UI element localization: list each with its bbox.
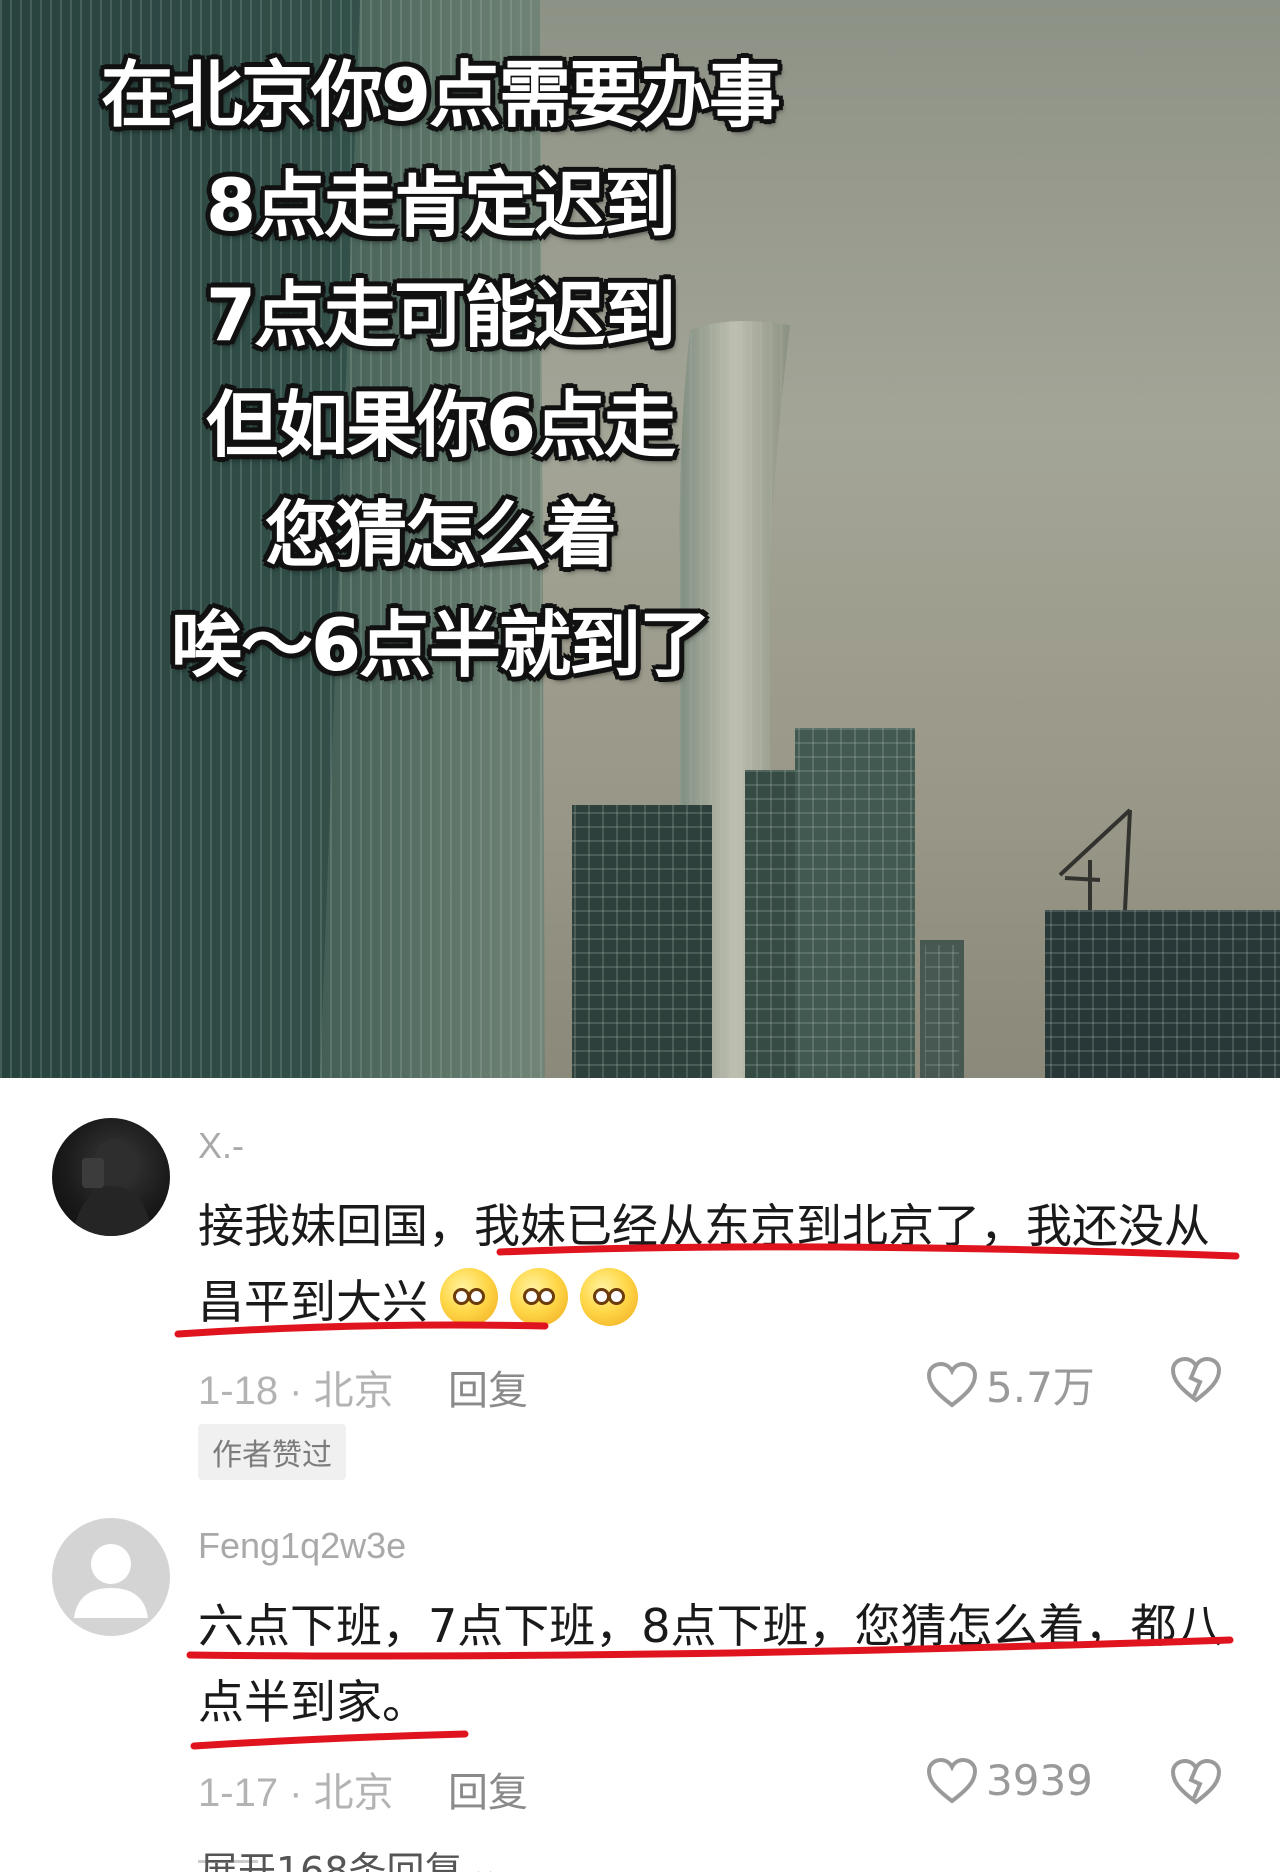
smile-emoji-icon (580, 1268, 638, 1326)
avatar[interactable] (52, 1118, 170, 1236)
meme-caption: 在北京你9点需要办事 8点走肯定迟到 7点走可能迟到 但如果你6点走 您猜怎么着… (0, 40, 880, 700)
comment-text-part: 接我妹回国， (198, 1199, 474, 1253)
expand-replies-label: 展开168条回复 (200, 1849, 463, 1872)
like-button[interactable]: 5.7万 (926, 1354, 1095, 1415)
like-button[interactable]: 3939 (926, 1756, 1093, 1805)
dislike-button[interactable] (1170, 1758, 1222, 1810)
meme-line: 在北京你9点需要办事 (100, 53, 781, 137)
comment-date-location: 1-17 · 北京 (198, 1771, 394, 1815)
comment-username[interactable]: Feng1q2w3e (198, 1525, 406, 1567)
chevron-down-icon: ⌄ (468, 1845, 501, 1872)
like-count: 5.7万 (986, 1363, 1095, 1412)
meme-image: 在北京你9点需要办事 8点走肯定迟到 7点走可能迟到 但如果你6点走 您猜怎么着… (0, 0, 1280, 1078)
broken-heart-icon (1170, 1356, 1222, 1403)
comment-text: 接我妹回国，我妹已经从东京到北京了，我还没从昌平到大兴 (198, 1188, 1248, 1340)
dislike-button[interactable] (1170, 1356, 1222, 1408)
smile-emoji-icon (510, 1268, 568, 1326)
meme-line: 8点走肯定迟到 (205, 163, 676, 247)
smile-emoji-icon (440, 1268, 498, 1326)
default-user-icon (74, 1544, 148, 1618)
avatar[interactable] (52, 1518, 170, 1636)
reply-button[interactable]: 回复 (448, 1760, 528, 1818)
heart-icon (926, 1361, 978, 1408)
comment-date-location: 1-18 · 北京 (198, 1369, 394, 1413)
meme-line: 7点走可能迟到 (205, 273, 676, 357)
user-photo-icon (72, 1139, 152, 1236)
broken-heart-icon (1170, 1758, 1222, 1805)
comment-text: 六点下班，7点下班，8点下班，您猜怎么着，都八点半到家。 (198, 1599, 1223, 1729)
comment-username[interactable]: X.- (198, 1125, 244, 1167)
reply-button[interactable]: 回复 (448, 1358, 528, 1416)
meme-line: 您猜怎么着 (264, 493, 617, 577)
meme-line: 但如果你6点走 (205, 383, 676, 467)
meme-line: 唉～6点半就到了 (170, 603, 711, 687)
like-count: 3939 (986, 1756, 1093, 1805)
author-liked-badge: 作者赞过 (198, 1424, 346, 1480)
expand-replies-button[interactable]: 展开168条回复 ⌄ (200, 1840, 500, 1872)
heart-icon (926, 1757, 978, 1804)
